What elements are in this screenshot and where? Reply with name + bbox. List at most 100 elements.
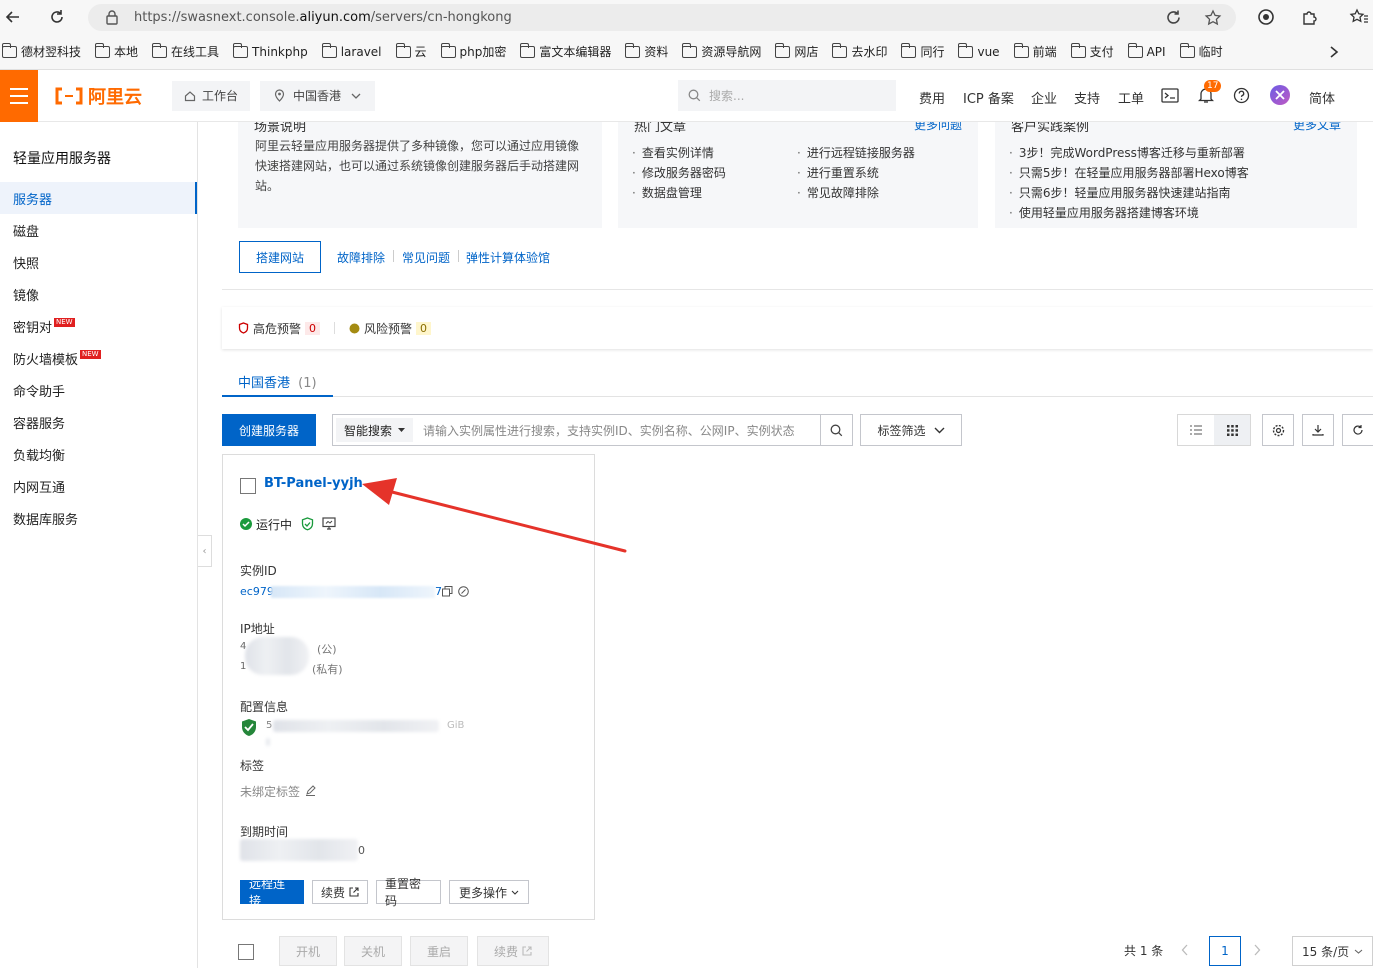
bookmark-item[interactable]: 去水印 (832, 42, 887, 60)
card-view-button[interactable] (1214, 415, 1250, 445)
nav-link-icp[interactable]: ICP 备案 (963, 88, 1014, 107)
region-select[interactable]: 中国香港 (260, 80, 376, 111)
address-bar[interactable]: https://swasnext.console.aliyun.com/serv… (88, 4, 1236, 31)
edit-icon[interactable] (305, 785, 316, 796)
copy-icon[interactable] (442, 586, 453, 597)
next-page-icon[interactable] (1253, 944, 1261, 956)
edit-link-icon[interactable] (458, 586, 469, 597)
chevron-right-icon[interactable] (1328, 45, 1340, 59)
article-link[interactable]: 进行重置系统 (797, 164, 879, 181)
list-view-button[interactable] (1178, 415, 1214, 445)
terminal-icon[interactable] (1161, 88, 1179, 103)
reset-password-button[interactable]: 重置密码 (376, 877, 441, 908)
instance-search-input[interactable]: 请输入实例属性进行搜索，支持实例ID、实例名称、公网IP、实例状态 (423, 422, 818, 439)
avatar[interactable] (1270, 85, 1290, 105)
page-number-button[interactable]: 1 (1209, 936, 1241, 966)
high-risk-label[interactable]: 高危预警 (253, 320, 301, 337)
case-link[interactable]: 只需5步！在轻量应用服务器部署Hexo博客 (1009, 164, 1249, 181)
article-link[interactable]: 数据盘管理 (632, 184, 702, 201)
faq-link[interactable]: 常见问题 (402, 249, 450, 266)
batch-stop-button[interactable]: 关机 (344, 936, 402, 966)
remote-connect-button[interactable]: 远程连接 (240, 877, 304, 908)
nav-link-ticket[interactable]: 工单 (1118, 88, 1144, 107)
sidebar-item-disks[interactable]: 磁盘 (0, 214, 197, 246)
bookmark-item[interactable]: Thinkphp (233, 42, 308, 59)
sidebar-item-firewall-templates[interactable]: 防火墙模板 NEW (0, 342, 197, 374)
sidebar-collapse-button[interactable]: ‹ (198, 535, 212, 567)
star-icon[interactable] (1204, 9, 1222, 27)
security-shield-icon[interactable] (301, 517, 314, 531)
more-articles-link[interactable]: 更多文章 (1293, 122, 1341, 133)
case-link[interactable]: 使用轻量应用服务器搭建博客环境 (1009, 204, 1199, 221)
tab-hongkong[interactable]: 中国香港 (1) (222, 364, 333, 397)
global-search-input[interactable]: 搜索... (678, 80, 896, 111)
sidebar-item-database[interactable]: 数据库服务 (0, 502, 197, 534)
tag-filter-button[interactable]: 标签筛选 (860, 414, 962, 446)
menu-icon[interactable] (0, 69, 38, 122)
bookmark-item[interactable]: 资料 (625, 42, 668, 60)
risk-label[interactable]: 风险预警 (364, 320, 412, 337)
back-icon[interactable] (4, 8, 22, 26)
bookmark-item[interactable]: 本地 (95, 42, 138, 60)
puzzle-icon[interactable] (1301, 8, 1319, 26)
batch-renew-button[interactable]: 续费 (477, 936, 549, 966)
monitor-icon[interactable] (322, 517, 336, 530)
select-all-checkbox[interactable] (238, 944, 254, 960)
batch-restart-button[interactable]: 重启 (410, 936, 468, 966)
more-questions-link[interactable]: 更多问题 (914, 122, 962, 133)
bookmark-item[interactable]: vue (958, 42, 1000, 59)
article-link[interactable]: 进行远程链接服务器 (797, 144, 915, 161)
sidebar-item-intranet[interactable]: 内网互通 (0, 470, 197, 502)
bookmark-item[interactable]: 在线工具 (152, 42, 219, 60)
renew-button[interactable]: 续费 (312, 880, 368, 904)
sidebar-item-keypairs[interactable]: 密钥对 NEW (0, 310, 197, 342)
settings-button[interactable] (1262, 414, 1294, 446)
instance-checkbox[interactable] (240, 478, 256, 494)
sidebar-item-command-assistant[interactable]: 命令助手 (0, 374, 197, 406)
bookmark-item[interactable]: 前端 (1013, 42, 1057, 60)
sidebar-item-load-balancer[interactable]: 负载均衡 (0, 438, 197, 470)
extension-icon[interactable] (1257, 8, 1275, 26)
workbench-button[interactable]: 工作台 (172, 80, 251, 111)
create-server-button[interactable]: 创建服务器 (222, 414, 316, 446)
help-icon[interactable] (1233, 87, 1250, 104)
batch-start-button[interactable]: 开机 (279, 936, 337, 966)
aliyun-logo[interactable]: 阿里云 (54, 83, 162, 109)
sidebar-item-servers[interactable]: 服务器 (0, 182, 197, 214)
prev-page-icon[interactable] (1181, 944, 1189, 956)
bookmark-item[interactable]: 云 (395, 42, 427, 60)
article-link[interactable]: 常见故障排除 (797, 184, 879, 201)
download-button[interactable] (1302, 414, 1334, 446)
bookmark-item[interactable]: 临时 (1179, 42, 1223, 60)
sidebar-item-snapshots[interactable]: 快照 (0, 246, 197, 278)
bookmark-item[interactable]: 网店 (775, 42, 818, 60)
bookmark-item[interactable]: php加密 (440, 42, 506, 60)
troubleshoot-link[interactable]: 故障排除 (337, 249, 385, 266)
more-actions-button[interactable]: 更多操作 (449, 880, 529, 904)
bookmark-item[interactable]: 支付 (1070, 42, 1114, 60)
sidebar-item-container-service[interactable]: 容器服务 (0, 406, 197, 438)
nav-link-support[interactable]: 支持 (1074, 88, 1100, 107)
bookmark-item[interactable]: 同行 (901, 42, 944, 60)
language-switch[interactable]: 简体 (1309, 88, 1335, 107)
experience-hall-link[interactable]: 弹性计算体验馆 (466, 249, 550, 266)
nav-link-billing[interactable]: 费用 (919, 88, 945, 107)
smart-search-select[interactable]: 智能搜索 (336, 418, 414, 442)
bookmark-item[interactable]: 富文本编辑器 (520, 42, 611, 60)
nav-link-enterprise[interactable]: 企业 (1031, 88, 1057, 107)
article-link[interactable]: 查看实例详情 (632, 144, 714, 161)
article-link[interactable]: 修改服务器密码 (632, 164, 726, 181)
instance-name-link[interactable]: BT-Panel-yyjh (264, 476, 363, 491)
case-link[interactable]: 只需6步！轻量应用服务器快速建站指南 (1009, 184, 1231, 201)
reload-icon[interactable] (48, 8, 66, 26)
bookmark-item[interactable]: 德材翌科技 (2, 42, 81, 60)
sidebar-item-images[interactable]: 镜像 (0, 278, 197, 310)
bookmark-item[interactable]: API (1127, 42, 1166, 59)
refresh-button[interactable] (1342, 414, 1373, 446)
bookmark-item[interactable]: laravel (321, 42, 382, 59)
page-size-select[interactable]: 15 条/页 (1292, 936, 1373, 966)
search-button[interactable] (820, 415, 852, 445)
translate-icon[interactable] (1165, 9, 1182, 26)
bookmark-item[interactable]: 资源导航网 (682, 42, 761, 60)
build-website-button[interactable]: 搭建网站 (239, 241, 321, 273)
